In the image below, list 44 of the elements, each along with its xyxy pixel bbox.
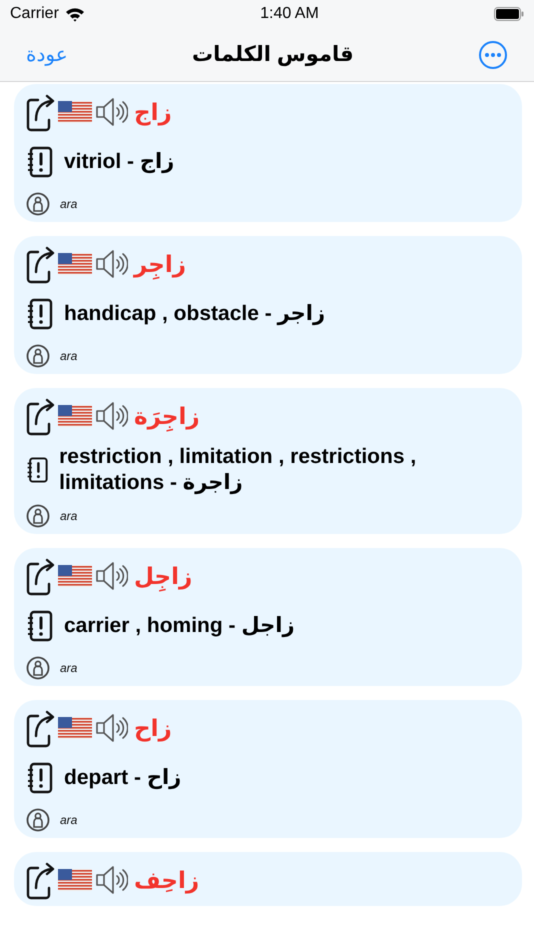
person-circle-icon xyxy=(26,656,50,680)
person-circle-icon xyxy=(26,504,50,528)
share-icon[interactable] xyxy=(26,244,56,284)
definition-text: handicap , obstacle - زاجر xyxy=(64,301,326,327)
language-label: ara xyxy=(60,813,78,827)
notebook-icon xyxy=(26,146,54,178)
person-circle-icon xyxy=(26,808,50,832)
language-label: ara xyxy=(60,661,78,675)
share-icon[interactable] xyxy=(26,556,56,596)
person-circle-icon xyxy=(26,192,50,216)
language-label: ara xyxy=(60,509,78,523)
more-icon[interactable] xyxy=(478,40,508,70)
person-circle-icon xyxy=(26,344,50,368)
flag-icon xyxy=(58,100,92,124)
share-icon[interactable] xyxy=(26,92,56,132)
word-card[interactable]: زاحِف xyxy=(14,852,522,906)
definition-text: depart - زاح xyxy=(64,765,182,791)
word-title: زاجِل xyxy=(134,562,192,590)
share-icon[interactable] xyxy=(26,860,56,900)
word-title: زاجِرَة xyxy=(134,402,200,430)
flag-icon xyxy=(58,564,92,588)
notebook-icon xyxy=(26,762,54,794)
status-time: 1:40 AM xyxy=(260,5,319,23)
word-title: زاج xyxy=(134,98,172,126)
word-title: زاحِف xyxy=(134,866,200,894)
share-icon[interactable] xyxy=(26,396,56,436)
wifi-icon xyxy=(64,6,85,22)
flag-icon xyxy=(58,404,92,428)
notebook-icon xyxy=(26,610,54,642)
definition-text: vitriol - زاج xyxy=(64,149,174,175)
carrier-label: Carrier xyxy=(10,5,59,23)
page-title: قاموس الكلمات xyxy=(192,42,354,67)
language-label: ara xyxy=(60,197,78,211)
flag-icon xyxy=(58,868,92,892)
definition-text: carrier , homing - زاجل xyxy=(64,613,295,639)
flag-icon xyxy=(58,716,92,740)
word-title: زاح xyxy=(134,714,172,742)
definition-text: restriction , limitation , restrictions , limitations - زاجرة xyxy=(59,444,418,496)
language-label: ara xyxy=(60,349,78,363)
word-title: زاجِر xyxy=(134,250,186,278)
share-icon[interactable] xyxy=(26,708,56,748)
notebook-icon xyxy=(26,298,54,330)
flag-icon xyxy=(58,252,92,276)
battery-icon xyxy=(494,7,524,21)
